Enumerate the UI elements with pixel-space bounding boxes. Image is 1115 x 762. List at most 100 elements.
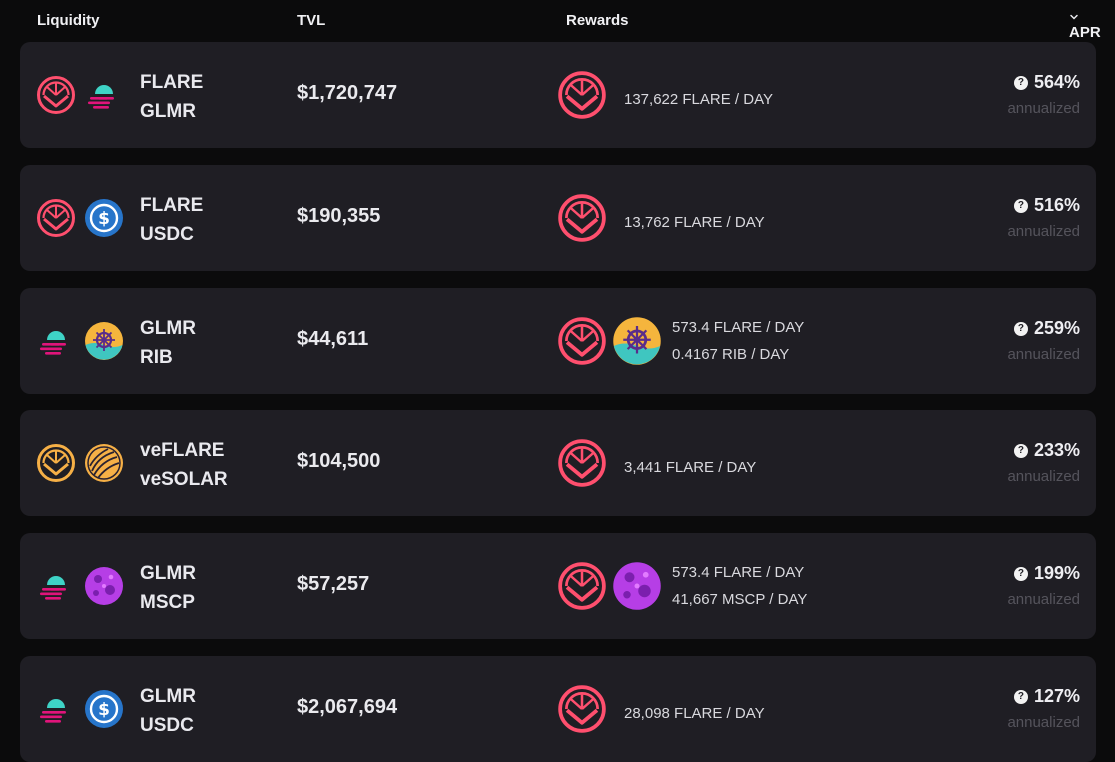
glmr-icon	[88, 85, 114, 109]
pair-names: GLMR RIB	[140, 314, 196, 372]
tvl-value: $1,720,747	[297, 82, 398, 104]
apr-value: 516%	[1033, 195, 1080, 215]
flare-icon	[558, 439, 606, 487]
help-icon[interactable]: ?	[1013, 198, 1028, 213]
apr-cell: ? 199% annualized	[1007, 563, 1080, 608]
reward-rate: 28,098 FLARE / DAY	[624, 705, 765, 722]
mscp-icon	[85, 567, 123, 605]
flare-icon	[36, 198, 76, 238]
reward-rates: 137,622 FLARE / DAY	[624, 86, 773, 113]
tvl-value: $2,067,694	[297, 696, 398, 718]
glmr-icon	[36, 689, 76, 729]
pair-token-b: MSCP	[140, 592, 195, 613]
flare-icon	[558, 562, 606, 610]
mscp-icon	[613, 562, 661, 610]
apr-label: annualized	[1007, 100, 1080, 117]
reward-rates: 28,098 FLARE / DAY	[624, 700, 765, 727]
mscp-icon	[612, 561, 662, 611]
glmr-icon	[40, 331, 66, 355]
farm-row[interactable]: $ GLMR USDC $2,067,694 28,098 FLARE / DA…	[20, 656, 1096, 762]
help-icon[interactable]: ?	[1013, 443, 1028, 458]
token-pair-icons: $	[36, 198, 124, 238]
reward-rate: 0.4167 RIB / DAY	[672, 346, 790, 363]
rib-icon	[85, 322, 123, 360]
token-pair-icons	[36, 75, 124, 115]
veflare-icon	[37, 444, 75, 482]
token-pair-icons	[36, 566, 124, 606]
apr-value: 127%	[1033, 686, 1080, 706]
flare-icon	[557, 316, 607, 366]
help-icon[interactable]: ?	[1013, 566, 1028, 581]
apr-label: annualized	[1007, 468, 1080, 485]
svg-text:$: $	[98, 700, 110, 720]
apr-value: 564%	[1033, 72, 1080, 92]
pair-names: GLMR MSCP	[140, 559, 196, 617]
rib-icon	[613, 317, 661, 365]
farm-row[interactable]: GLMR RIB $44,611 573.4 FLARE / DAY 0.416…	[20, 288, 1096, 394]
tvl-value: $104,500	[297, 450, 381, 472]
flare-icon	[558, 685, 606, 733]
flare-icon	[557, 684, 607, 734]
veflare-icon	[36, 443, 76, 483]
help-icon[interactable]: ?	[1013, 689, 1028, 704]
reward-rates: 13,762 FLARE / DAY	[624, 209, 765, 236]
reward-icons	[557, 684, 607, 734]
reward-icons	[557, 316, 662, 366]
pair-token-b: USDC	[140, 715, 194, 736]
chevron-down-icon	[1070, 14, 1078, 20]
pair-names: FLARE GLMR	[140, 68, 203, 126]
reward-rate: 13,762 FLARE / DAY	[624, 214, 765, 231]
glmr-icon	[84, 75, 124, 115]
pair-token-b: veSOLAR	[140, 469, 228, 490]
flare-icon	[37, 76, 75, 114]
apr-value: 233%	[1033, 440, 1080, 460]
svg-text:$: $	[98, 209, 110, 229]
farm-row[interactable]: $ FLARE USDC $190,355 13,762 FLARE / DAY…	[20, 165, 1096, 271]
apr-sort-button[interactable]: APR	[1069, 12, 1101, 41]
flare-icon	[558, 194, 606, 242]
apr-cell: ? 564% annualized	[1007, 72, 1080, 117]
pair-token-a: GLMR	[140, 686, 196, 707]
flare-icon	[557, 70, 607, 120]
apr-label: annualized	[1007, 714, 1080, 731]
flare-icon	[557, 438, 607, 488]
token-pair-icons	[36, 321, 124, 361]
apr-label: annualized	[1007, 223, 1080, 240]
help-icon[interactable]: ?	[1013, 321, 1028, 336]
reward-icons	[557, 70, 607, 120]
flare-icon	[37, 199, 75, 237]
help-icon[interactable]: ?	[1013, 75, 1028, 90]
flare-icon	[558, 317, 606, 365]
glmr-icon	[36, 566, 76, 606]
apr-cell: ? 127% annualized	[1007, 686, 1080, 731]
header-liquidity: Liquidity	[37, 12, 100, 29]
farm-row[interactable]: FLARE GLMR $1,720,747 137,622 FLARE / DA…	[20, 42, 1096, 148]
tvl-value: $57,257	[297, 573, 370, 595]
pair-token-b: RIB	[140, 347, 173, 368]
flare-icon	[557, 193, 607, 243]
token-pair-icons: $	[36, 689, 124, 729]
reward-rate: 41,667 MSCP / DAY	[672, 591, 808, 608]
apr-label: annualized	[1007, 346, 1080, 363]
table-header: Liquidity TVL Rewards APR	[0, 0, 1115, 42]
tvl-value: $44,611	[297, 328, 369, 350]
pair-token-b: USDC	[140, 224, 194, 245]
flare-icon	[36, 75, 76, 115]
flare-icon	[558, 71, 606, 119]
glmr-icon	[40, 576, 66, 600]
apr-value: 199%	[1033, 563, 1080, 583]
apr-value: 259%	[1033, 318, 1080, 338]
pair-token-a: veFLARE	[140, 440, 225, 461]
farm-row[interactable]: veFLARE veSOLAR $104,500 3,441 FLARE / D…	[20, 410, 1096, 516]
reward-rate: 137,622 FLARE / DAY	[624, 91, 773, 108]
pair-names: GLMR USDC	[140, 682, 196, 740]
usdc-icon: $	[84, 689, 124, 729]
reward-rate: 573.4 FLARE / DAY	[672, 564, 805, 581]
token-pair-icons	[36, 443, 124, 483]
reward-rates: 573.4 FLARE / DAY 41,667 MSCP / DAY	[672, 559, 807, 613]
reward-icons	[557, 561, 662, 611]
glmr-icon	[36, 321, 76, 361]
pair-token-a: FLARE	[140, 195, 204, 216]
header-apr: APR	[1069, 24, 1101, 41]
farm-row[interactable]: GLMR MSCP $57,257 573.4 FLARE / DAY 41,6…	[20, 533, 1096, 639]
